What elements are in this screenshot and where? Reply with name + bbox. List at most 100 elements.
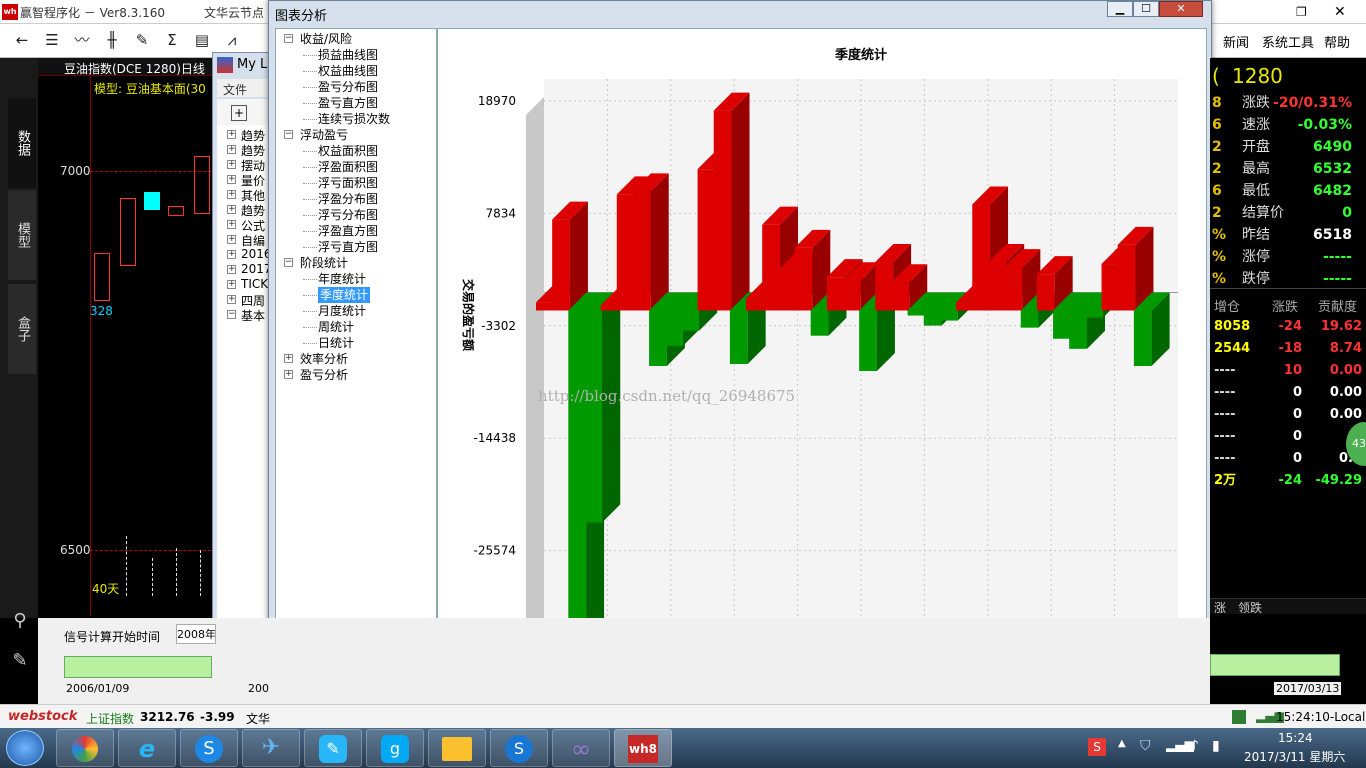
tray-expand-icon[interactable]: ▲: [1118, 738, 1128, 756]
tree-expander-icon[interactable]: +: [227, 160, 236, 169]
back-arrow-icon[interactable]: ←: [12, 30, 32, 50]
tab-rise[interactable]: 涨: [1214, 599, 1226, 616]
tree-item[interactable]: 日统计: [318, 335, 354, 351]
taskbar-app-wh8[interactable]: wh8: [614, 729, 672, 767]
tree-expander-icon[interactable]: +: [227, 190, 236, 199]
overlap-menu-file[interactable]: 文件: [223, 81, 247, 98]
tree-expander-icon[interactable]: −: [227, 310, 236, 319]
table-row[interactable]: ---- 0 0.00: [1210, 382, 1366, 404]
tree-expander-icon[interactable]: +: [227, 250, 236, 259]
tree-item[interactable]: 浮亏面积图: [318, 175, 378, 191]
taskbar-app-vs[interactable]: ∞: [552, 729, 610, 767]
quote-symbol: 1280: [1232, 64, 1283, 88]
document-icon[interactable]: ▤: [192, 30, 212, 50]
trend-icon[interactable]: ⩘: [222, 30, 242, 50]
tree-expander-icon[interactable]: +: [227, 205, 236, 214]
close-icon[interactable]: ✕: [1334, 4, 1354, 20]
sigma-icon[interactable]: Σ: [162, 30, 182, 50]
tree-expander-icon[interactable]: −: [284, 34, 293, 43]
tree-item[interactable]: 权益面积图: [318, 143, 378, 159]
taskbar-app-folder[interactable]: [428, 729, 486, 767]
taskbar-app-ie[interactable]: e: [118, 729, 176, 767]
table-row[interactable]: 2万 -24 -49.29: [1210, 470, 1366, 492]
candlestick-icon[interactable]: ╫: [102, 30, 122, 50]
tray-network-icon[interactable]: ▂▄▆: [1166, 738, 1194, 756]
taskbar-app-search[interactable]: S: [490, 729, 548, 767]
lightbulb-icon[interactable]: ⚲: [8, 610, 32, 634]
tree-item[interactable]: 损益曲线图: [318, 47, 378, 63]
line-chart-icon[interactable]: 〰: [72, 30, 92, 50]
tree-item[interactable]: 年度统计: [318, 271, 366, 287]
menu-news[interactable]: 新闻: [1223, 32, 1249, 51]
draw-icon[interactable]: ✎: [132, 30, 152, 50]
maximize-icon[interactable]: ☐: [1133, 1, 1159, 17]
tree-item[interactable]: 盈亏分析: [300, 367, 348, 383]
tree-expander-icon[interactable]: +: [227, 265, 236, 274]
new-item-icon[interactable]: +: [231, 105, 247, 121]
tree-item[interactable]: 盈亏直方图: [318, 95, 378, 111]
edit-icon[interactable]: ✎: [8, 650, 32, 674]
menu-help[interactable]: 帮助: [1324, 32, 1350, 51]
tree-expander-icon[interactable]: +: [284, 354, 293, 363]
tree-expander-icon[interactable]: +: [227, 175, 236, 184]
menu-system-tools[interactable]: 系统工具: [1262, 32, 1314, 51]
tree-expander-icon[interactable]: +: [227, 145, 236, 154]
table-row[interactable]: ----00.: [1210, 426, 1366, 448]
list-icon[interactable]: ☰: [42, 30, 62, 50]
tab-lead-fall[interactable]: 领跌: [1238, 599, 1262, 616]
chart-bar: [810, 310, 829, 336]
table-row[interactable]: ---- 0 0.00: [1210, 404, 1366, 426]
table-row[interactable]: ----00.0: [1210, 448, 1366, 470]
start-button[interactable]: [6, 730, 44, 766]
tree-item[interactable]: 盈亏分布图: [318, 79, 378, 95]
tree-expander-icon[interactable]: +: [227, 235, 236, 244]
taskbar-app-bird[interactable]: ✈: [242, 729, 300, 767]
tree-item[interactable]: 浮盈面积图: [318, 159, 378, 175]
tree-item[interactable]: 权益曲线图: [318, 63, 378, 79]
quote-row-value: 0: [1342, 205, 1352, 221]
tree-expander-icon[interactable]: +: [284, 370, 293, 379]
signal-start-input[interactable]: [176, 624, 216, 644]
tree-item[interactable]: 浮亏分布图: [318, 207, 378, 223]
tree-item[interactable]: 连续亏损次数: [318, 111, 390, 127]
tree-item[interactable]: 季度统计: [318, 287, 371, 303]
minimize-icon[interactable]: ▁: [1107, 1, 1133, 17]
table-row[interactable]: ---- 10 0.00: [1210, 360, 1366, 382]
taskbar-app-g[interactable]: g: [366, 729, 424, 767]
sidebar-tab-data[interactable]: 数据: [8, 98, 36, 188]
restore-icon[interactable]: ❐: [1296, 4, 1316, 20]
tree-item[interactable]: 浮盈直方图: [318, 223, 378, 239]
tray-sogou-icon[interactable]: S: [1088, 738, 1106, 756]
taskbar-app-sogou[interactable]: S: [180, 729, 238, 767]
tree-item[interactable]: 周统计: [318, 319, 354, 335]
table-row[interactable]: 8058 -24 19.62: [1210, 316, 1366, 338]
tree-expander-icon[interactable]: −: [284, 258, 293, 267]
tree-expander-icon[interactable]: +: [227, 130, 236, 139]
tree-item[interactable]: 效率分析: [300, 351, 348, 367]
strategy-folder-item[interactable]: 基本: [241, 307, 269, 324]
taskbar-app-note[interactable]: ✎: [304, 729, 362, 767]
table-row[interactable]: 2544 -18 8.74: [1210, 338, 1366, 360]
taskbar-app-colorful[interactable]: [56, 729, 114, 767]
tree-item[interactable]: 月度统计: [318, 303, 366, 319]
tree-item[interactable]: 阶段统计: [300, 255, 348, 271]
tree-item[interactable]: 浮动盈亏: [300, 127, 348, 143]
strategy-folder-item[interactable]: TICK: [241, 277, 269, 291]
tree-item[interactable]: 浮亏直方图: [318, 239, 378, 255]
clock-time[interactable]: 15:24: [1278, 731, 1313, 745]
dialog-close-icon[interactable]: ✕: [1159, 1, 1203, 17]
sidebar-tab-model[interactable]: 模型: [8, 190, 36, 280]
tray-volume-icon[interactable]: ♪: [1190, 738, 1206, 756]
tree-expander-icon[interactable]: +: [227, 220, 236, 229]
tree-item[interactable]: 收益/风险: [300, 31, 352, 47]
tray-shield-icon[interactable]: ⛉: [1140, 738, 1156, 756]
strategy-folder-item[interactable]: 2017: [241, 262, 269, 276]
tray-battery-icon[interactable]: ▮: [1212, 738, 1226, 756]
tree-expander-icon[interactable]: −: [284, 130, 293, 139]
tree-item[interactable]: 浮盈分布图: [318, 191, 378, 207]
tree-expander-icon[interactable]: +: [227, 295, 236, 304]
sidebar-tab-box[interactable]: 盒子: [8, 284, 36, 374]
clock-date[interactable]: 2017/3/11 星期六: [1244, 748, 1345, 765]
tree-expander-icon[interactable]: +: [227, 280, 236, 289]
strategy-folder-item[interactable]: 2016: [241, 247, 269, 261]
